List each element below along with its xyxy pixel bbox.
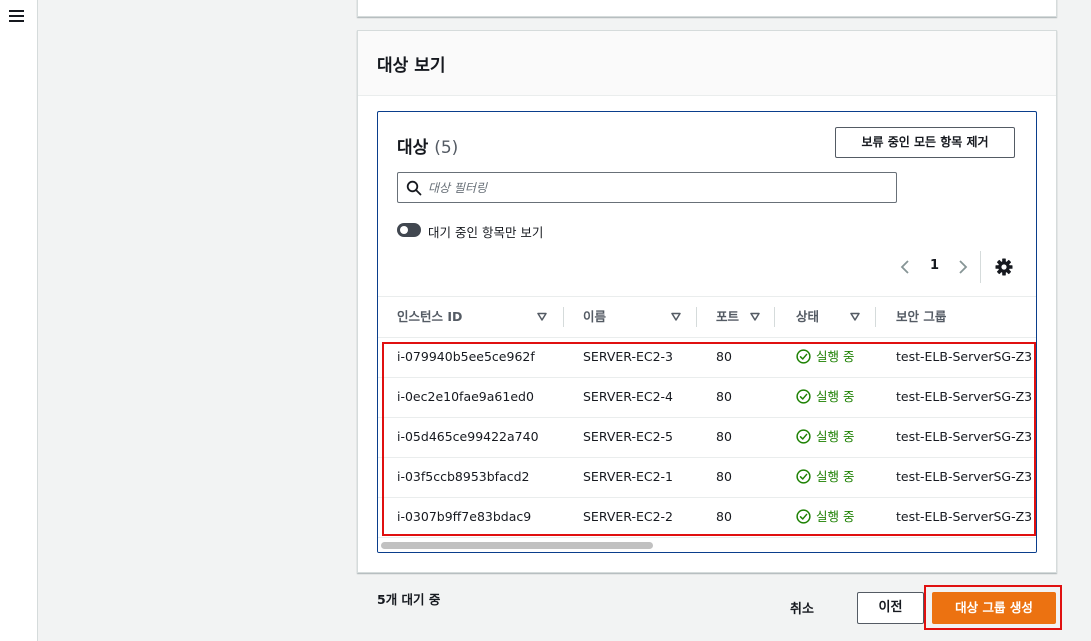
- filter-box[interactable]: [397, 172, 897, 203]
- table-row[interactable]: i-0307b9ff7e83bdac9 SERVER-EC2-2 80 실행 중…: [378, 497, 1036, 538]
- instance-name: SERVER-EC2-3: [583, 349, 674, 364]
- status-text: 실행 중: [816, 469, 855, 484]
- targets-title: 대상: [397, 138, 429, 158]
- previous-panel-edge: [357, 0, 1057, 17]
- chevron-left-icon[interactable]: [898, 259, 914, 275]
- review-targets-panel: 대상 보기 대상 (5) 보류 중인 모든 항목 제거 대기 중인 항목만 보기…: [357, 30, 1057, 573]
- targets-filter-input[interactable]: [428, 177, 888, 198]
- search-icon: [406, 180, 422, 196]
- instance-id: i-079940b5ee5ce962f: [397, 349, 535, 364]
- status-badge: 실행 중: [796, 417, 876, 457]
- security-group: test-ELB-ServerSG-Z3: [896, 469, 1033, 484]
- table-row[interactable]: i-079940b5ee5ce962f SERVER-EC2-3 80 실행 중…: [378, 337, 1036, 378]
- column-separator: [563, 307, 564, 327]
- port: 80: [716, 349, 732, 364]
- scrollbar-thumb[interactable]: [381, 542, 653, 549]
- instance-name: SERVER-EC2-1: [583, 469, 674, 484]
- hamburger-icon[interactable]: [9, 10, 24, 23]
- table-header-row: 인스턴스 ID 이름 포트 상태 보안 그룹: [378, 296, 1036, 338]
- side-navigation-rail: [0, 0, 38, 641]
- page-number-button[interactable]: 1: [930, 258, 939, 273]
- instance-id: i-05d465ce99422a740: [397, 429, 539, 444]
- table-row[interactable]: i-0ec2e10fae9a61ed0 SERVER-EC2-4 80 실행 중…: [378, 377, 1036, 418]
- check-circle-icon: [796, 509, 811, 524]
- caret-down-icon: [671, 312, 681, 321]
- pending-only-toggle-label: 대기 중인 항목만 보기: [428, 225, 544, 240]
- status-text: 실행 중: [816, 429, 855, 444]
- table-row[interactable]: i-03f5ccb8953bfacd2 SERVER-EC2-1 80 실행 중…: [378, 457, 1036, 498]
- pagination: 1: [888, 251, 1028, 283]
- instance-name: SERVER-EC2-4: [583, 389, 674, 404]
- status-text: 실행 중: [816, 349, 855, 364]
- security-group: test-ELB-ServerSG-Z3: [896, 349, 1033, 364]
- port: 80: [716, 389, 732, 404]
- check-circle-icon: [796, 469, 811, 484]
- port: 80: [716, 469, 732, 484]
- status-badge: 실행 중: [796, 457, 876, 497]
- security-group: test-ELB-ServerSG-Z3: [896, 389, 1033, 404]
- pending-count-status: 5개 대기 중: [377, 592, 441, 607]
- table-row[interactable]: i-05d465ce99422a740 SERVER-EC2-5 80 실행 중…: [378, 417, 1036, 458]
- column-header-port[interactable]: 포트: [716, 297, 776, 337]
- remove-all-pending-button[interactable]: 보류 중인 모든 항목 제거: [835, 127, 1015, 158]
- column-header-status[interactable]: 상태: [796, 297, 876, 337]
- column-separator: [696, 307, 697, 327]
- security-group: test-ELB-ServerSG-Z3: [896, 429, 1033, 444]
- instance-name: SERVER-EC2-2: [583, 509, 674, 524]
- status-badge: 실행 중: [796, 497, 876, 537]
- status-badge: 실행 중: [796, 337, 876, 377]
- targets-header: 대상 (5): [397, 133, 458, 158]
- instance-id: i-0ec2e10fae9a61ed0: [397, 389, 534, 404]
- column-header-security-group[interactable]: 보안 그룹: [896, 297, 1036, 337]
- check-circle-icon: [796, 349, 811, 364]
- toggle-knob: [400, 226, 408, 234]
- panel-header: 대상 보기: [358, 31, 1056, 96]
- instance-id: i-0307b9ff7e83bdac9: [397, 509, 532, 524]
- pending-only-toggle[interactable]: [397, 222, 421, 238]
- targets-table-container: 대상 (5) 보류 중인 모든 항목 제거 대기 중인 항목만 보기 1: [377, 111, 1037, 553]
- caret-down-icon: [537, 312, 547, 321]
- instance-name: SERVER-EC2-5: [583, 429, 674, 444]
- horizontal-scrollbar[interactable]: [378, 540, 1036, 552]
- gear-icon[interactable]: [994, 257, 1014, 277]
- security-group: test-ELB-ServerSG-Z3: [896, 509, 1033, 524]
- check-circle-icon: [796, 429, 811, 444]
- instance-id: i-03f5ccb8953bfacd2: [397, 469, 530, 484]
- column-header-instance-id[interactable]: 인스턴스 ID: [397, 297, 567, 337]
- check-circle-icon: [796, 389, 811, 404]
- port: 80: [716, 429, 732, 444]
- column-separator: [774, 307, 775, 327]
- pager-divider: [980, 251, 981, 283]
- status-text: 실행 중: [816, 389, 855, 404]
- create-target-group-button[interactable]: 대상 그룹 생성: [932, 592, 1056, 624]
- caret-down-icon: [750, 312, 760, 321]
- chevron-right-icon[interactable]: [954, 259, 970, 275]
- column-header-name[interactable]: 이름: [583, 297, 693, 337]
- status-text: 실행 중: [816, 509, 855, 524]
- previous-button[interactable]: 이전: [857, 592, 924, 624]
- column-separator: [875, 307, 876, 327]
- panel-title: 대상 보기: [377, 56, 446, 76]
- targets-count: (5): [434, 138, 459, 158]
- caret-down-icon: [850, 312, 860, 321]
- cancel-button[interactable]: 취소: [790, 598, 814, 617]
- status-badge: 실행 중: [796, 377, 876, 417]
- port: 80: [716, 509, 732, 524]
